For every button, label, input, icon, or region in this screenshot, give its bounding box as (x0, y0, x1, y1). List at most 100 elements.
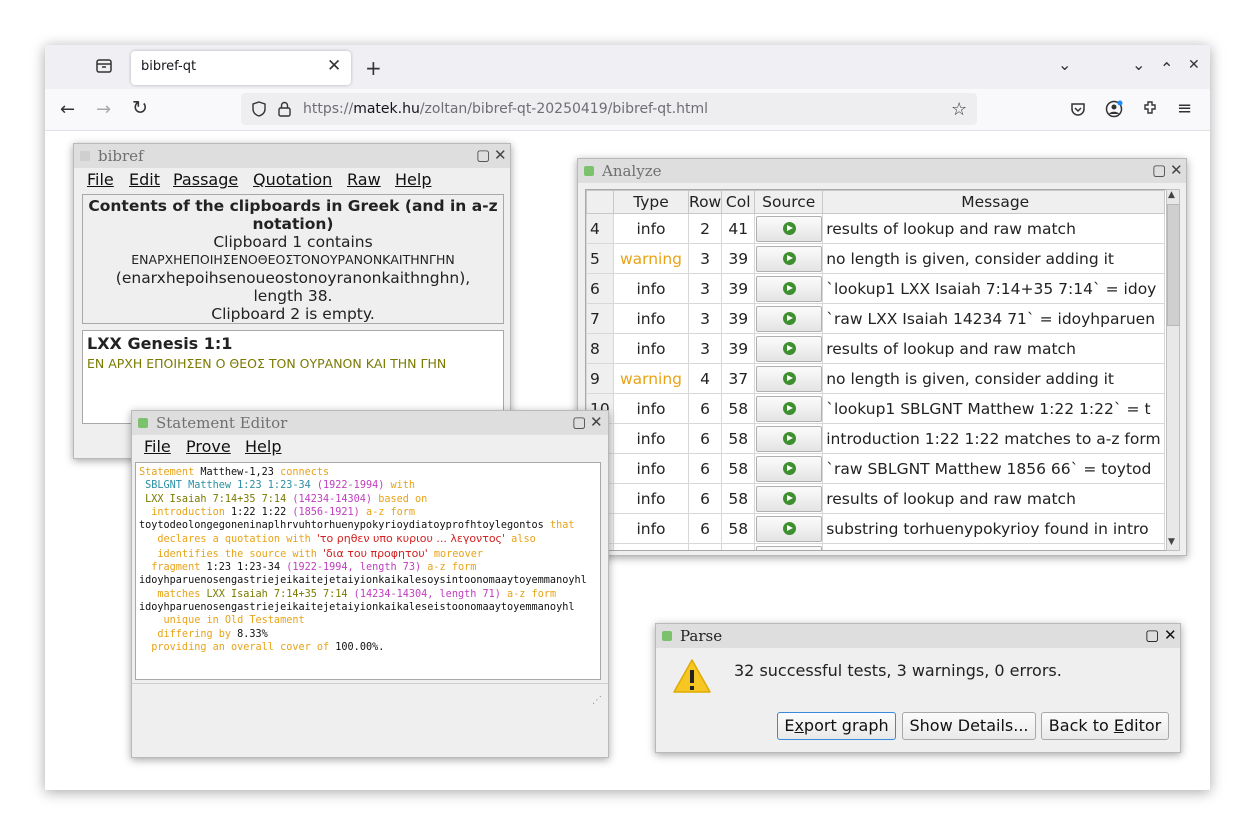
menu-quotation[interactable]: Quotation (253, 170, 332, 189)
export-graph-button[interactable]: Export graph (777, 712, 896, 740)
cell-type: info (613, 303, 689, 334)
cell-message: `raw LXX Isaiah 14234 71` = idoyhparuen (822, 303, 1166, 334)
editor-titlebar: Statement Editor ▢ ✕ (132, 411, 608, 435)
maximize-icon[interactable]: ▢ (476, 146, 490, 164)
cell-message: substring legontos found in introduction (822, 543, 1166, 550)
vertical-scrollbar[interactable]: ▲ ▼ (1166, 189, 1180, 551)
menu-file[interactable]: File (87, 170, 114, 189)
table-header: Type Row Col Source Message (586, 190, 1166, 214)
go-to-source-button[interactable] (755, 395, 822, 422)
menu-edit[interactable]: Edit (129, 170, 160, 189)
go-to-source-button[interactable] (755, 365, 822, 392)
table-row[interactable]: 7 info 3 39 `raw LXX Isaiah 14234 71` = idoy… (586, 303, 1166, 334)
list-tabs-icon[interactable]: ⌄ (1058, 55, 1071, 74)
column-header-row[interactable]: Row (687, 190, 723, 214)
scroll-down-icon[interactable]: ▼ (1168, 537, 1175, 547)
menu-file[interactable]: File (144, 437, 171, 456)
cell-message: `lookup1 SBLGNT Matthew 1:22 1:22` = t (822, 393, 1166, 424)
extensions-icon[interactable] (1142, 99, 1159, 120)
clipboard-heading: Contents of the clipboards in Greek (and… (88, 197, 498, 233)
bookmark-star-icon[interactable]: ☆ (951, 99, 967, 120)
close-icon[interactable]: ✕ (1164, 626, 1177, 644)
parse-result-message: 32 successful tests, 3 warnings, 0 error… (734, 661, 1062, 680)
account-icon[interactable] (1105, 100, 1123, 122)
back-arrow-icon[interactable]: ← (60, 99, 75, 120)
column-header-message[interactable]: Message (822, 190, 1166, 214)
menu-raw[interactable]: Raw (347, 170, 381, 189)
column-header-source[interactable]: Source (754, 190, 824, 214)
cell-row: 3 (687, 243, 723, 274)
go-to-source-button[interactable] (755, 245, 822, 272)
reload-icon[interactable]: ↻ (132, 97, 148, 119)
shield-icon[interactable] (252, 101, 266, 121)
cell-col: 39 (721, 243, 756, 274)
passage-reference: LXX Genesis 1:1 (87, 334, 233, 353)
maximize-icon[interactable]: ▢ (1145, 626, 1159, 644)
new-tab-icon[interactable]: + (365, 56, 382, 80)
table-row[interactable]: 8 info 3 39 results of lookup and raw match (586, 333, 1166, 364)
close-icon[interactable]: ✕ (590, 413, 603, 431)
url-bar[interactable]: https://matek.hu/zoltan/bibref-qt-202504… (241, 93, 977, 125)
resize-grip-icon[interactable]: ⋰ (592, 695, 602, 706)
analyze-table[interactable]: Type Row Col Source Message 4 info 2 41 resu… (585, 189, 1167, 551)
show-details-button[interactable]: Show Details... (902, 712, 1036, 740)
table-row[interactable]: info 6 58 substring torhuenypokyrioy found … (586, 513, 1166, 544)
column-header-col[interactable]: Col (721, 190, 756, 214)
back-to-editor-button[interactable]: Back to Editor (1041, 712, 1169, 740)
scrollbar-thumb[interactable] (1167, 204, 1180, 326)
scroll-up-icon[interactable]: ▲ (1168, 190, 1175, 200)
arrow-right-icon (782, 281, 796, 295)
row-number: 8 (586, 333, 614, 364)
go-to-source-button[interactable] (755, 215, 822, 242)
menu-passage[interactable]: Passage (173, 170, 238, 189)
go-to-source-button[interactable] (755, 485, 822, 512)
menu-help[interactable]: Help (245, 437, 281, 456)
cell-source (754, 483, 824, 514)
table-row[interactable]: info658 substring legontos found in intro… (586, 543, 1166, 550)
lock-icon[interactable] (278, 101, 291, 121)
close-window-icon[interactable]: ✕ (1188, 57, 1200, 73)
table-row[interactable]: 10 info 6 58 `lookup1 SBLGNT Matthew 1:22 1:… (586, 393, 1166, 424)
go-to-source-button[interactable] (755, 275, 822, 302)
status-bar (132, 683, 608, 708)
maximize-icon[interactable]: ▢ (572, 413, 586, 431)
maximize-icon[interactable]: ⌃ (1160, 59, 1173, 78)
table-row[interactable]: info 6 58 `raw SBLGNT Matthew 1856 66` = to… (586, 453, 1166, 484)
parse-titlebar: Parse ▢ ✕ (656, 624, 1180, 648)
go-to-source-button[interactable] (755, 305, 822, 332)
column-header-type[interactable]: Type (613, 190, 689, 214)
minimize-icon[interactable]: ⌄ (1132, 55, 1145, 74)
cell-col: 58 (721, 513, 756, 544)
analyze-titlebar: Analyze ▢ ✕ (578, 159, 1186, 183)
table-row[interactable]: info 6 58 introduction 1:22 1:22 matches to… (586, 423, 1166, 454)
cell-row: 3 (687, 333, 723, 364)
cell-source (754, 213, 824, 244)
menu-prove[interactable]: Prove (186, 437, 231, 456)
table-row[interactable]: 6 info 3 39 `lookup1 LXX Isaiah 7:14+35 7:14… (586, 273, 1166, 304)
table-row[interactable]: info 6 58 results of lookup and raw match (586, 483, 1166, 514)
go-to-source-button[interactable] (755, 335, 822, 362)
maximize-icon[interactable]: ▢ (1152, 161, 1166, 179)
table-row[interactable]: 9 warning 4 37 no length is given, consider … (586, 363, 1166, 394)
nav-toolbar: ← → ↻ https://matek.hu/zoltan/bibref-qt-… (45, 89, 1210, 131)
go-to-source-button[interactable] (755, 545, 822, 550)
clipboard-panel: Contents of the clipboards in Greek (and… (82, 194, 504, 324)
close-icon[interactable]: ✕ (1170, 161, 1183, 179)
table-row[interactable]: 4 info 2 41 results of lookup and raw match (586, 213, 1166, 244)
cell-row: 6 (687, 423, 723, 454)
go-to-source-button[interactable] (755, 425, 822, 452)
pocket-icon[interactable] (1070, 101, 1086, 121)
go-to-source-button[interactable] (755, 515, 822, 542)
close-icon[interactable]: ✕ (494, 146, 507, 164)
forward-arrow-icon[interactable]: → (96, 99, 111, 120)
tab-manager-icon[interactable] (95, 57, 113, 79)
tab-bibref-qt[interactable]: bibref-qt ✕ (131, 51, 351, 85)
table-row[interactable]: 5 warning 3 39 no length is given, consider … (586, 243, 1166, 274)
url-text[interactable]: https://matek.hu/zoltan/bibref-qt-202504… (303, 101, 708, 117)
statement-text-editor[interactable]: Statement Matthew-1,23 connects SBLGNT M… (135, 462, 601, 680)
menu-help[interactable]: Help (395, 170, 431, 189)
menu-hamburger-icon[interactable]: ≡ (1177, 98, 1192, 119)
cell-row: 6 (687, 543, 723, 550)
close-icon[interactable]: ✕ (327, 56, 341, 76)
go-to-source-button[interactable] (755, 455, 822, 482)
